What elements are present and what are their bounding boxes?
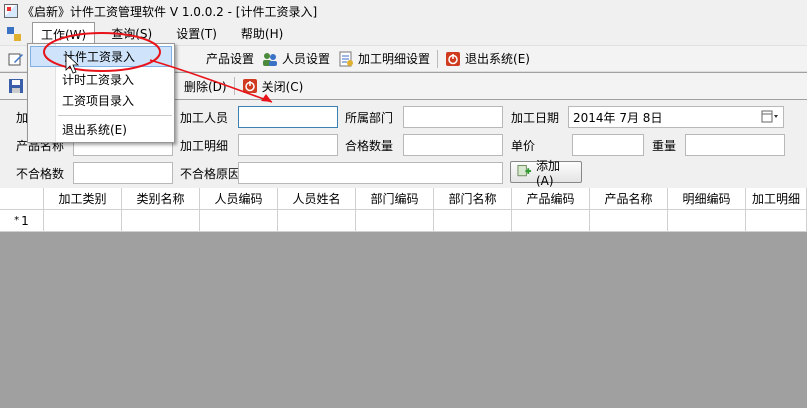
date-label: 加工日期 <box>511 111 560 125</box>
column-header[interactable]: 部门编码 <box>356 188 434 210</box>
close-button[interactable]: 关闭(C) <box>238 75 308 97</box>
power-icon <box>446 51 461 66</box>
app-icon <box>4 4 18 18</box>
row-header-corner <box>0 188 44 210</box>
exit-system-button[interactable]: 退出系统(E) <box>441 48 534 70</box>
power-icon <box>242 79 257 93</box>
product-settings-label: 产品设置 <box>206 52 255 66</box>
grid-cell[interactable] <box>668 210 746 232</box>
unqualified-input[interactable] <box>73 162 173 184</box>
menu-settings[interactable]: 设置(T) <box>168 22 225 45</box>
column-header[interactable]: 加工类别 <box>44 188 122 210</box>
grid-cell[interactable] <box>590 210 668 232</box>
menu-help[interactable]: 帮助(H) <box>233 22 291 45</box>
grid-cell[interactable] <box>122 210 200 232</box>
grid-cell[interactable] <box>356 210 434 232</box>
delete-button[interactable]: 删除(D) <box>180 75 231 97</box>
weight-label: 重量 <box>652 139 677 153</box>
grid-cell[interactable] <box>746 210 807 232</box>
table-row[interactable]: * 1 <box>0 210 807 232</box>
grid-cell[interactable] <box>44 210 122 232</box>
menu-item-wage-items[interactable]: 工资项目录入 <box>30 90 172 111</box>
unqualified-label: 不合格数 <box>16 167 65 181</box>
column-header[interactable]: 明细编码 <box>668 188 746 210</box>
reason-input[interactable] <box>238 162 503 184</box>
person-settings-button[interactable]: 人员设置 <box>258 48 334 70</box>
row-number: 1 <box>21 213 29 228</box>
product-settings-button[interactable]: 产品设置 <box>202 48 258 70</box>
date-picker[interactable]: 2014年 7月 8日 <box>568 106 784 128</box>
processor-input[interactable] <box>238 106 338 128</box>
detail-label: 加工明细 <box>180 139 229 153</box>
mdi-window-icon[interactable] <box>6 26 22 42</box>
menu-separator <box>58 115 172 116</box>
detail-settings-button[interactable]: 加工明细设置 <box>334 48 434 70</box>
menu-item-piece-wage[interactable]: 计件工资录入 <box>30 46 172 67</box>
new-row-header[interactable]: * 1 <box>0 210 44 232</box>
department-input[interactable] <box>403 106 503 128</box>
edit-icon <box>8 53 23 65</box>
unit-price-input[interactable] <box>572 134 644 156</box>
column-header[interactable]: 部门名称 <box>434 188 512 210</box>
column-header[interactable]: 产品名称 <box>590 188 668 210</box>
window-title: 《启新》计件工资管理软件 V 1.0.0.2 - [计件工资录入] <box>22 4 318 19</box>
add-icon <box>517 164 532 177</box>
grid-cell[interactable] <box>434 210 512 232</box>
add-button-label: 添加(A) <box>536 158 561 188</box>
column-header[interactable]: 产品编码 <box>512 188 590 210</box>
column-header[interactable]: 加工明细 <box>746 188 807 210</box>
menu-item-time-wage[interactable]: 计时工资录入 <box>30 69 172 90</box>
exit-system-label: 退出系统(E) <box>465 52 530 66</box>
processor-label: 加工人员 <box>180 111 229 125</box>
detail-input[interactable] <box>238 134 338 156</box>
menu-work[interactable]: 工作(W) <box>32 21 96 46</box>
column-header[interactable]: 人员姓名 <box>278 188 356 210</box>
calendar-dropdown-icon[interactable] <box>761 110 779 124</box>
menu-item-exit[interactable]: 退出系统(E) <box>30 119 172 140</box>
qualified-input[interactable] <box>403 134 503 156</box>
person-settings-label: 人员设置 <box>282 52 331 66</box>
work-menu-dropdown: 计件工资录入 计时工资录入 工资项目录入 退出系统(E) <box>27 43 175 143</box>
date-value: 2014年 7月 8日 <box>573 110 663 125</box>
grid-cell[interactable] <box>278 210 356 232</box>
toolbar-separator <box>437 49 439 68</box>
toolbar-separator <box>233 77 235 95</box>
column-header[interactable]: 类别名称 <box>122 188 200 210</box>
title-bar: 《启新》计件工资管理软件 V 1.0.0.2 - [计件工资录入] <box>0 0 807 22</box>
menu-query[interactable]: 查询(S) <box>103 22 160 45</box>
detail-settings-label: 加工明细设置 <box>358 52 431 66</box>
wage-grid[interactable]: 加工类别 类别名称 人员编码 人员姓名 部门编码 部门名称 产品编码 产品名称 … <box>0 188 807 408</box>
add-button[interactable]: 添加(A) <box>510 159 582 188</box>
grid-cell[interactable] <box>200 210 278 232</box>
close-label: 关闭(C) <box>261 79 304 94</box>
unit-price-label: 单价 <box>511 139 536 153</box>
save-icon <box>9 79 23 93</box>
grid-header: 加工类别 类别名称 人员编码 人员姓名 部门编码 部门名称 产品编码 产品名称 … <box>0 188 807 210</box>
column-header[interactable]: 人员编码 <box>200 188 278 210</box>
delete-label: 删除(D) <box>184 79 227 94</box>
grid-cell[interactable] <box>512 210 590 232</box>
new-row-marker: * <box>14 215 20 226</box>
department-label: 所属部门 <box>345 111 394 125</box>
qualified-label: 合格数量 <box>345 139 394 153</box>
weight-input[interactable] <box>685 134 785 156</box>
people-icon <box>263 52 278 66</box>
reason-label: 不合格原因 <box>180 167 241 181</box>
detail-icon <box>339 51 354 66</box>
